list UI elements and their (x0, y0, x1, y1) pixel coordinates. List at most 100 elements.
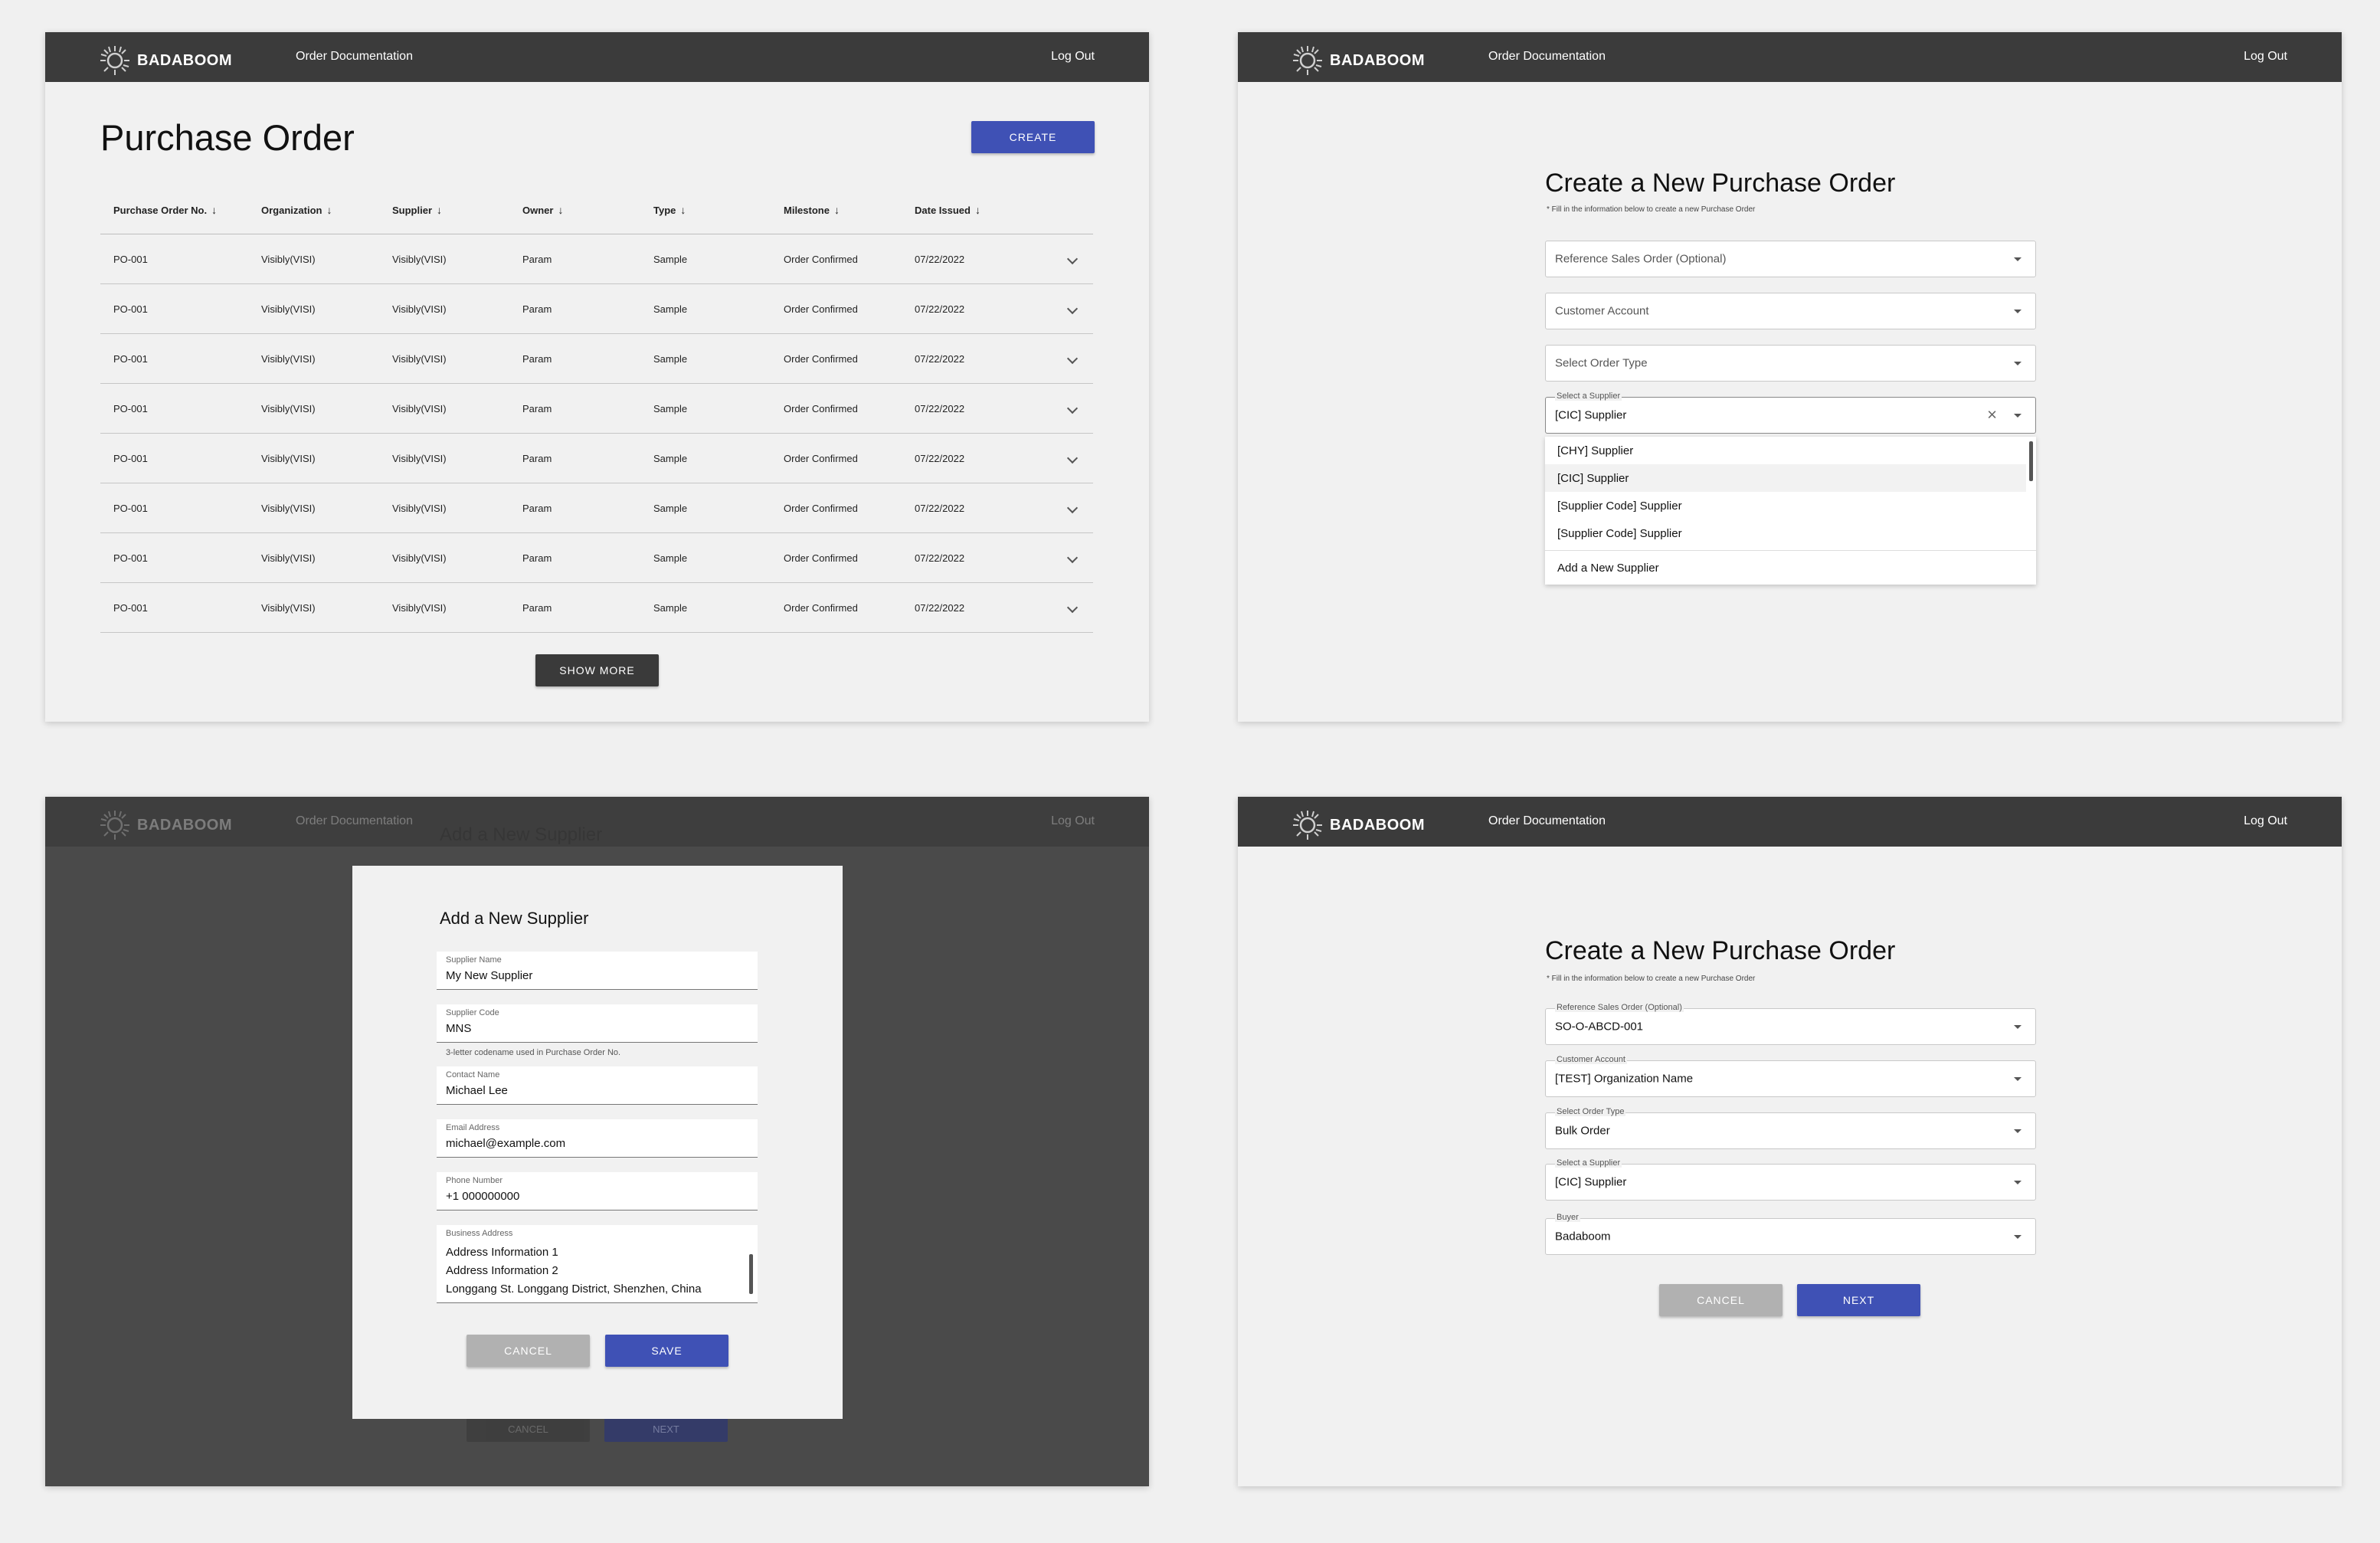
chevron-down-icon (1066, 452, 1079, 464)
nav-order-documentation[interactable]: Order Documentation (296, 50, 413, 64)
supplier-code-field[interactable]: Supplier Code MNS (437, 1004, 758, 1043)
supplier-name-field[interactable]: Supplier Name My New Supplier (437, 952, 758, 990)
table-cell: Sample (653, 601, 688, 614)
table-cell: 07/22/2022 (915, 402, 965, 414)
dropdown-scrollbar[interactable] (2029, 441, 2033, 481)
table-cell: Order Confirmed (784, 303, 858, 315)
burst-logo-icon (1291, 44, 1324, 77)
caret-down-icon (2014, 1181, 2022, 1184)
logout-link[interactable]: Log Out (2244, 814, 2287, 828)
sort-arrow-icon: ↓ (680, 203, 686, 216)
order-type-select[interactable]: Select Order Type (1545, 345, 2036, 382)
brand-logo[interactable]: BADABOOM (1291, 44, 1425, 77)
show-more-button[interactable]: SHOW MORE (535, 654, 659, 686)
brand-logo[interactable]: BADABOOM (1291, 809, 1425, 841)
table-cell: Sample (653, 452, 688, 464)
logout-link[interactable]: Log Out (2244, 50, 2287, 64)
dropdown-option[interactable]: [Supplier Code] Supplier (1545, 519, 2026, 547)
burst-logo-icon (99, 44, 131, 77)
expand-row[interactable] (1045, 502, 1093, 514)
add-supplier-modal: Add a New Supplier Supplier Name My New S… (352, 866, 843, 1419)
cancel-button[interactable]: CANCEL (467, 1335, 590, 1367)
table-cell: Visibly(VISI) (261, 253, 316, 265)
caret-down-icon (2014, 1235, 2022, 1239)
expand-row[interactable] (1045, 352, 1093, 365)
table-cell: Visibly(VISI) (261, 452, 316, 464)
address-scrollbar[interactable] (749, 1254, 753, 1294)
col-header[interactable]: Type ↓ (653, 204, 784, 216)
col-header[interactable]: Organization ↓ (261, 204, 392, 216)
save-button[interactable]: SAVE (605, 1335, 728, 1367)
dropdown-option[interactable]: [CHY] Supplier (1545, 437, 2026, 464)
form-subtitle: * Fill in the information below to creat… (1547, 975, 1756, 983)
buyer-select[interactable]: Buyer Badaboom (1545, 1213, 2036, 1255)
dropdown-option-selected[interactable]: [CIC] Supplier (1545, 464, 2026, 492)
reference-sales-order-select[interactable]: Reference Sales Order (Optional) SO-O-ABC… (1545, 1003, 2036, 1045)
order-type-select[interactable]: Select Order Type Bulk Order (1545, 1107, 2036, 1149)
col-header[interactable]: Date Issued ↓ (915, 204, 1045, 216)
supplier-select[interactable]: Select a Supplier [CIC] Supplier (1545, 1158, 2036, 1201)
sort-arrow-icon: ↓ (558, 203, 564, 216)
table-cell: Visibly(VISI) (392, 601, 447, 614)
table-cell: PO-001 (113, 352, 148, 365)
table-row[interactable]: PO-001 Visibly(VISI) Visibly(VISI) Param Sam… (100, 384, 1093, 434)
table-cell: PO-001 (113, 601, 148, 614)
table-cell: Visibly(VISI) (392, 303, 447, 315)
nav-order-documentation[interactable]: Order Documentation (1488, 814, 1606, 828)
col-header[interactable]: Purchase Order No. ↓ (100, 204, 261, 216)
col-header[interactable]: Supplier ↓ (392, 204, 522, 216)
background-next-button: NEXT (604, 1416, 728, 1442)
clear-icon[interactable]: × (1987, 405, 1997, 424)
email-field[interactable]: Email Address michael@example.com (437, 1119, 758, 1158)
table-cell: Param (522, 303, 552, 315)
col-header[interactable]: Milestone ↓ (784, 204, 915, 216)
next-button[interactable]: NEXT (1797, 1284, 1920, 1316)
top-nav: BADABOOM Order Documentation Log Out (1238, 797, 2342, 847)
customer-account-select[interactable]: Customer Account (1545, 293, 2036, 329)
reference-sales-order-select[interactable]: Reference Sales Order (Optional) (1545, 241, 2036, 277)
col-header[interactable]: Owner ↓ (522, 204, 653, 216)
supplier-select[interactable]: Select a Supplier [CIC] Supplier × (1545, 391, 2036, 434)
table-row[interactable]: PO-001 Visibly(VISI) Visibly(VISI) Param Sam… (100, 533, 1093, 583)
caret-down-icon (2014, 1129, 2022, 1133)
expand-row[interactable] (1045, 303, 1093, 315)
expand-row[interactable] (1045, 402, 1093, 414)
table-row[interactable]: PO-001 Visibly(VISI) Visibly(VISI) Param Sam… (100, 284, 1093, 334)
logout-link[interactable]: Log Out (1051, 50, 1095, 64)
table-row[interactable]: PO-001 Visibly(VISI) Visibly(VISI) Param Sam… (100, 583, 1093, 633)
logout-link: Log Out (1051, 814, 1095, 827)
table-cell: Param (522, 253, 552, 265)
expand-row[interactable] (1045, 601, 1093, 614)
table-row[interactable]: PO-001 Visibly(VISI) Visibly(VISI) Param Sam… (100, 334, 1093, 384)
create-button[interactable]: CREATE (971, 121, 1095, 153)
expand-row[interactable] (1045, 253, 1093, 265)
add-new-supplier-option[interactable]: Add a New Supplier (1545, 550, 2036, 585)
brand-logo[interactable]: BADABOOM (99, 44, 232, 77)
business-address-field[interactable]: Business Address Address Information 1 A… (437, 1225, 758, 1303)
top-nav: BADABOOM Order Documentation Log Out (45, 32, 1149, 82)
table-cell: Visibly(VISI) (261, 402, 316, 414)
table-cell: 07/22/2022 (915, 253, 965, 265)
expand-row[interactable] (1045, 552, 1093, 564)
table-cell: 07/22/2022 (915, 352, 965, 365)
table-cell: Visibly(VISI) (261, 601, 316, 614)
sort-arrow-icon: ↓ (326, 203, 332, 216)
table-cell: 07/22/2022 (915, 552, 965, 564)
dropdown-option[interactable]: [Supplier Code] Supplier (1545, 492, 2026, 519)
table-row[interactable]: PO-001 Visibly(VISI) Visibly(VISI) Param Sam… (100, 483, 1093, 533)
table-cell: Order Confirmed (784, 502, 858, 514)
nav-order-documentation[interactable]: Order Documentation (1488, 50, 1606, 64)
table-row[interactable]: PO-001 Visibly(VISI) Visibly(VISI) Param Sam… (100, 234, 1093, 284)
brand-name: BADABOOM (137, 51, 232, 69)
table-cell: PO-001 (113, 502, 148, 514)
customer-account-select[interactable]: Customer Account [TEST] Organization Name (1545, 1055, 2036, 1097)
sort-arrow-icon: ↓ (211, 203, 218, 216)
expand-row[interactable] (1045, 452, 1093, 464)
contact-name-field[interactable]: Contact Name Michael Lee (437, 1066, 758, 1105)
sort-arrow-icon: ↓ (974, 203, 980, 216)
create-po-dropdown-screen: BADABOOM Order Documentation Log Out Cre… (1238, 32, 2342, 722)
phone-field[interactable]: Phone Number +1 000000000 (437, 1172, 758, 1210)
table-cell: Visibly(VISI) (392, 502, 447, 514)
cancel-button[interactable]: CANCEL (1659, 1284, 1783, 1316)
table-row[interactable]: PO-001 Visibly(VISI) Visibly(VISI) Param Sam… (100, 434, 1093, 483)
